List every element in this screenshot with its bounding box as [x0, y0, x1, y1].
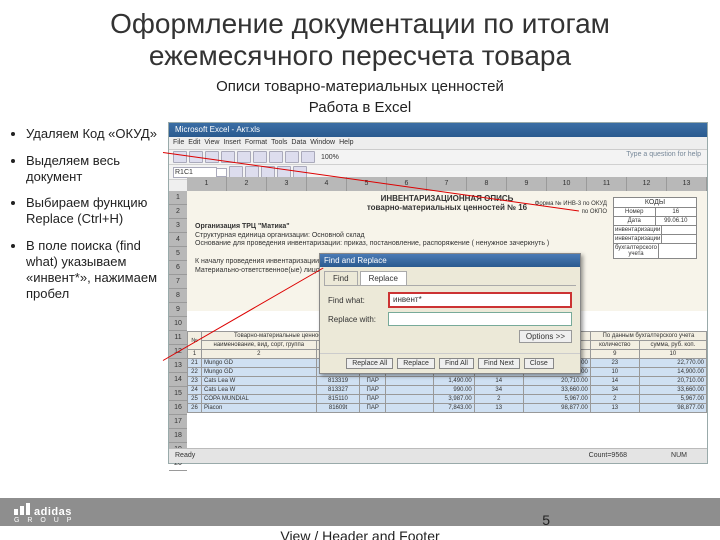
- bullet-list: Удаляем Код «ОКУД» Выделяем весь документ…: [12, 122, 162, 464]
- replace-with-label: Replace with:: [328, 315, 388, 324]
- bullet-item: Выбираем функцию Replace (Ctrl+H): [26, 195, 162, 228]
- options-button[interactable]: Options >>: [519, 330, 572, 343]
- menu-item[interactable]: File: [173, 139, 184, 146]
- column-headers[interactable]: 12345678910111213: [187, 177, 707, 191]
- dialog-button[interactable]: Close: [524, 358, 554, 369]
- menu-item[interactable]: Help: [339, 139, 353, 146]
- kody-box: КОДЫ Номер16 Дата99.06.10 инвентаризации…: [613, 197, 697, 259]
- slide-subtitle-1: Описи товарно-материальных ценностей: [0, 78, 720, 95]
- help-search-box[interactable]: Type a question for help: [626, 151, 701, 158]
- dialog-title: Find and Replace: [320, 254, 580, 267]
- bullet-item: В поле поиска (find what) указываем «инв…: [26, 238, 162, 303]
- menu-item[interactable]: View: [204, 139, 219, 146]
- bullet-item: Удаляем Код «ОКУД»: [26, 126, 162, 142]
- menu-item[interactable]: Edit: [188, 139, 200, 146]
- undo-icon[interactable]: [285, 151, 299, 163]
- menu-item[interactable]: Data: [291, 139, 306, 146]
- menu-item[interactable]: Format: [245, 139, 267, 146]
- table-row: 24Cats Lea W813327ПАР990.003433,660.0034…: [188, 386, 707, 395]
- status-bar: Ready Count=9568 NUM: [169, 448, 707, 463]
- slide-subtitle-2: Работа в Excel: [0, 99, 720, 116]
- slide-title: Оформление документации по итогам ежемес…: [30, 8, 690, 72]
- replace-with-input[interactable]: [388, 312, 572, 326]
- dialog-button[interactable]: Find Next: [478, 358, 520, 369]
- row-headers[interactable]: 1234567891011121314151617181920: [169, 191, 187, 449]
- table-row: 23Cats Lea W813319ПАР1,490.001420,710.00…: [188, 377, 707, 386]
- excel-menubar[interactable]: File Edit View Insert Format Tools Data Window H…: [169, 137, 707, 150]
- page-number: 5: [542, 512, 550, 528]
- table-row: 25COPA MUNDIAL815110ПАР3,987.0025,967.00…: [188, 395, 707, 404]
- find-what-input[interactable]: инвент*: [388, 292, 572, 308]
- footer-bar: [0, 498, 720, 526]
- menu-item[interactable]: Window: [310, 139, 335, 146]
- find-replace-dialog[interactable]: Find and Replace Find Replace Find what:…: [319, 253, 581, 374]
- find-what-label: Find what:: [328, 296, 388, 305]
- footer-text: View / Header and Footer: [0, 528, 720, 540]
- excel-screenshot: Microsoft Excel - Акт.xls File Edit View In…: [168, 122, 708, 464]
- menu-item[interactable]: Tools: [271, 139, 287, 146]
- redo-icon[interactable]: [301, 151, 315, 163]
- table-row: 26Piacon81609tПАР7,843.001398,877.001398…: [188, 404, 707, 413]
- bullet-item: Выделяем весь документ: [26, 153, 162, 186]
- dialog-button[interactable]: Find All: [439, 358, 474, 369]
- paste-icon[interactable]: [269, 151, 283, 163]
- adidas-logo: adidas G R O U P: [14, 503, 74, 524]
- cut-icon[interactable]: [237, 151, 251, 163]
- tab-replace[interactable]: Replace: [360, 271, 407, 285]
- tab-find[interactable]: Find: [324, 271, 358, 285]
- excel-titlebar: Microsoft Excel - Акт.xls: [169, 123, 707, 137]
- menu-item[interactable]: Insert: [223, 139, 241, 146]
- copy-icon[interactable]: [253, 151, 267, 163]
- dialog-button[interactable]: Replace: [397, 358, 435, 369]
- dialog-button[interactable]: Replace All: [346, 358, 393, 369]
